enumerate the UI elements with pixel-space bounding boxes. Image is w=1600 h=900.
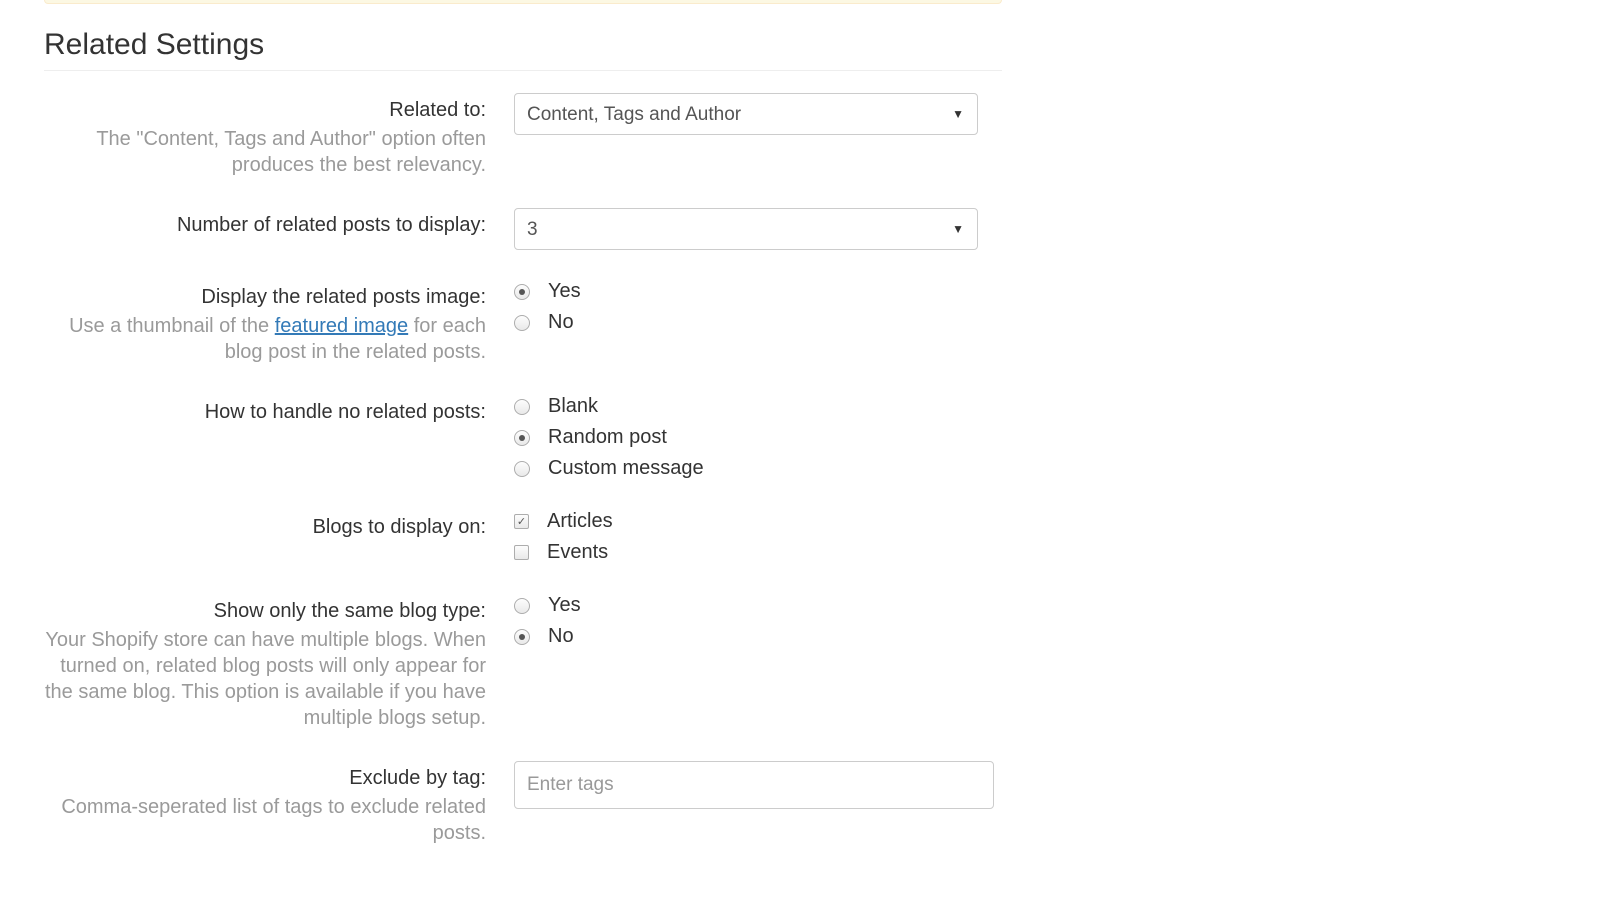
control-col: Yes No bbox=[514, 280, 1044, 334]
label-same-blog: Show only the same blog type: bbox=[44, 600, 486, 623]
label-col: Blogs to display on: bbox=[44, 510, 514, 539]
label-exclude-tag: Exclude by tag: bbox=[44, 767, 486, 790]
radio-list-no-related: Blank Random post Custom message bbox=[514, 395, 1044, 480]
radio-label: Blank bbox=[548, 395, 598, 418]
select-num-posts[interactable]: 3 bbox=[514, 208, 978, 250]
label-col: Display the related posts image: Use a t… bbox=[44, 280, 514, 365]
label-display-image: Display the related posts image: bbox=[44, 286, 486, 309]
link-featured-image[interactable]: featured image bbox=[275, 315, 408, 337]
check-opt-articles[interactable]: Articles bbox=[514, 510, 1044, 533]
help-pre: Use a thumbnail of the bbox=[69, 315, 275, 337]
label-related-to: Related to: bbox=[44, 99, 486, 122]
row-exclude-tag: Exclude by tag: Comma-seperated list of … bbox=[44, 761, 1044, 846]
radio-opt-blank[interactable]: Blank bbox=[514, 395, 1044, 418]
radio-list-same-blog: Yes No bbox=[514, 594, 1044, 648]
radio-label: Yes bbox=[548, 280, 581, 303]
help-exclude-tag: Comma-seperated list of tags to exclude … bbox=[44, 794, 486, 846]
label-col: Show only the same blog type: Your Shopi… bbox=[44, 594, 514, 731]
radio-opt-yes[interactable]: Yes bbox=[514, 280, 1044, 303]
radio-list-display-image: Yes No bbox=[514, 280, 1044, 334]
radio-icon bbox=[514, 598, 530, 614]
row-blogs-display: Blogs to display on: Articles Events bbox=[44, 510, 1044, 564]
radio-opt-no[interactable]: No bbox=[514, 311, 1044, 334]
label-no-related: How to handle no related posts: bbox=[44, 401, 486, 424]
radio-label: No bbox=[548, 625, 574, 648]
alert-strip bbox=[44, 0, 1002, 4]
label-num-posts: Number of related posts to display: bbox=[44, 214, 486, 237]
radio-icon bbox=[514, 315, 530, 331]
radio-label: No bbox=[548, 311, 574, 334]
control-col: 3 bbox=[514, 208, 1044, 250]
radio-icon bbox=[514, 461, 530, 477]
radio-icon bbox=[514, 399, 530, 415]
input-exclude-tag[interactable] bbox=[514, 761, 994, 809]
radio-opt-random[interactable]: Random post bbox=[514, 426, 1044, 449]
radio-icon bbox=[514, 430, 530, 446]
check-list-blogs: Articles Events bbox=[514, 510, 1044, 564]
radio-icon bbox=[514, 284, 530, 300]
radio-label: Random post bbox=[548, 426, 667, 449]
radio-opt-yes[interactable]: Yes bbox=[514, 594, 1044, 617]
checkbox-icon bbox=[514, 545, 529, 560]
help-same-blog: Your Shopify store can have multiple blo… bbox=[44, 627, 486, 731]
row-num-posts: Number of related posts to display: 3 bbox=[44, 208, 1044, 250]
check-label: Events bbox=[547, 541, 608, 564]
check-label: Articles bbox=[547, 510, 613, 533]
control-col bbox=[514, 761, 1044, 809]
control-col: Content, Tags and Author bbox=[514, 93, 1044, 135]
row-related-to: Related to: The "Content, Tags and Autho… bbox=[44, 93, 1044, 178]
radio-opt-custom[interactable]: Custom message bbox=[514, 457, 1044, 480]
row-no-related: How to handle no related posts: Blank Ra… bbox=[44, 395, 1044, 480]
help-related-to: The "Content, Tags and Author" option of… bbox=[44, 126, 486, 178]
radio-label: Yes bbox=[548, 594, 581, 617]
label-col: Number of related posts to display: bbox=[44, 208, 514, 237]
label-col: Exclude by tag: Comma-seperated list of … bbox=[44, 761, 514, 846]
radio-label: Custom message bbox=[548, 457, 704, 480]
control-col: Articles Events bbox=[514, 510, 1044, 564]
select-wrap-num-posts: 3 bbox=[514, 208, 978, 250]
select-related-to[interactable]: Content, Tags and Author bbox=[514, 93, 978, 135]
row-display-image: Display the related posts image: Use a t… bbox=[44, 280, 1044, 365]
radio-icon bbox=[514, 629, 530, 645]
label-blogs-display: Blogs to display on: bbox=[44, 516, 486, 539]
control-col: Blank Random post Custom message bbox=[514, 395, 1044, 480]
section-title: Related Settings bbox=[44, 28, 1002, 71]
checkbox-icon bbox=[514, 514, 529, 529]
label-col: How to handle no related posts: bbox=[44, 395, 514, 424]
select-wrap-related-to: Content, Tags and Author bbox=[514, 93, 978, 135]
row-same-blog: Show only the same blog type: Your Shopi… bbox=[44, 594, 1044, 731]
help-display-image: Use a thumbnail of the featured image fo… bbox=[44, 313, 486, 365]
check-opt-events[interactable]: Events bbox=[514, 541, 1044, 564]
label-col: Related to: The "Content, Tags and Autho… bbox=[44, 93, 514, 178]
radio-opt-no[interactable]: No bbox=[514, 625, 1044, 648]
control-col: Yes No bbox=[514, 594, 1044, 648]
